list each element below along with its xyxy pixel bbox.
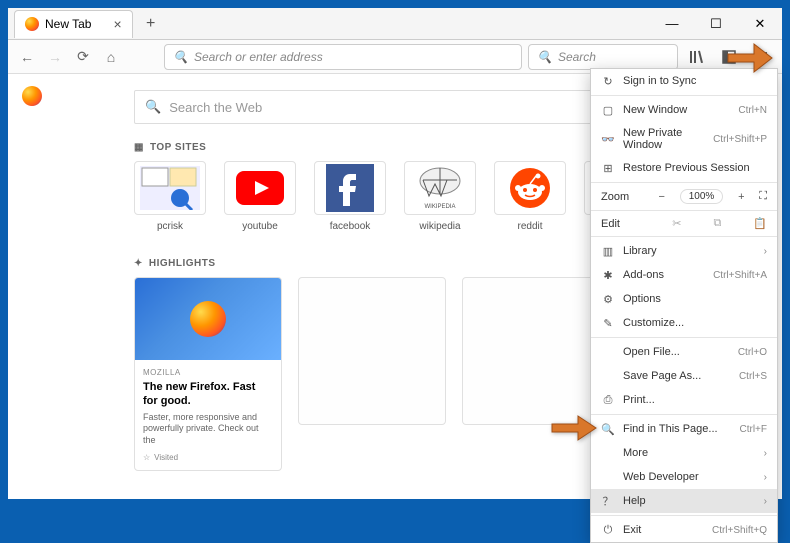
library-button[interactable] bbox=[684, 44, 710, 70]
paste-icon[interactable]: 📋 bbox=[753, 217, 767, 230]
restore-icon: ⊞ bbox=[601, 161, 615, 175]
menu-addons[interactable]: ✱Add-onsCtrl+Shift+A bbox=[591, 263, 777, 287]
minimize-button[interactable]: — bbox=[650, 8, 694, 40]
fullscreen-button[interactable]: ⛶ bbox=[759, 190, 767, 203]
tab-newtab[interactable]: New Tab × bbox=[14, 10, 133, 38]
grid-icon: ▦ bbox=[134, 142, 144, 153]
print-icon: ⎙ bbox=[601, 393, 615, 407]
highlight-card-empty bbox=[462, 277, 610, 425]
power-icon: ⏻ bbox=[601, 523, 615, 537]
chevron-right-icon: › bbox=[764, 246, 767, 257]
menu-zoom: Zoom−100%+⛶ bbox=[591, 185, 777, 208]
search-icon: 🔍 bbox=[601, 422, 615, 436]
top-sites-grid: pcrisk youtube facebook WIKIPEDIA wikipe… bbox=[134, 161, 620, 232]
menu-customize[interactable]: ✎Customize... bbox=[591, 311, 777, 335]
search-icon: 🔍 bbox=[145, 99, 161, 115]
menu-more[interactable]: More› bbox=[591, 441, 777, 465]
gear-icon: ⚙ bbox=[601, 292, 615, 306]
tab-close-icon[interactable]: × bbox=[113, 16, 121, 32]
search-icon: 🔍 bbox=[537, 50, 552, 64]
puzzle-icon: ✱ bbox=[601, 268, 615, 282]
firefox-logo-icon bbox=[22, 86, 42, 106]
menu-options[interactable]: ⚙Options bbox=[591, 287, 777, 311]
titlebar: New Tab × + — ☐ ✕ bbox=[8, 8, 782, 40]
zoom-in-button[interactable]: + bbox=[731, 191, 751, 203]
menu-edit: Edit✂⧉📋 bbox=[591, 213, 777, 234]
tile-wikipedia[interactable]: WIKIPEDIA wikipedia bbox=[404, 161, 476, 232]
tile-reddit[interactable]: reddit bbox=[494, 161, 566, 232]
menu-library[interactable]: ▥Library› bbox=[591, 239, 777, 263]
chevron-right-icon: › bbox=[764, 448, 767, 459]
window-icon: ▢ bbox=[601, 103, 615, 117]
menu-new-window[interactable]: ▢New WindowCtrl+N bbox=[591, 98, 777, 122]
highlight-card[interactable]: MOZILLA The new Firefox. Fast for good. … bbox=[134, 277, 282, 471]
window-controls: — ☐ ✕ bbox=[650, 8, 782, 40]
maximize-button[interactable]: ☐ bbox=[694, 8, 738, 40]
menu-web-developer[interactable]: Web Developer› bbox=[591, 465, 777, 489]
tile-pcrisk[interactable]: pcrisk bbox=[134, 161, 206, 232]
chevron-right-icon: › bbox=[764, 496, 767, 507]
paint-icon: ✎ bbox=[601, 316, 615, 330]
menu-open-file[interactable]: Open File...Ctrl+O bbox=[591, 340, 777, 364]
highlight-card-empty bbox=[298, 277, 446, 425]
search-placeholder: Search bbox=[558, 50, 596, 64]
mask-icon: 👓 bbox=[601, 132, 615, 146]
chevron-right-icon: › bbox=[764, 472, 767, 483]
menu-exit[interactable]: ⏻ExitCtrl+Shift+Q bbox=[591, 518, 777, 542]
close-button[interactable]: ✕ bbox=[738, 8, 782, 40]
highlights-header: ✦ HIGHLIGHTS bbox=[134, 258, 620, 269]
annotation-arrow-hamburger bbox=[726, 40, 774, 81]
web-search-input[interactable]: 🔍 Search the Web bbox=[134, 90, 620, 124]
cut-icon[interactable]: ✂ bbox=[672, 217, 681, 230]
menu-new-private[interactable]: 👓New Private WindowCtrl+Shift+P bbox=[591, 122, 777, 156]
zoom-value[interactable]: 100% bbox=[680, 189, 724, 204]
highlights-icon: ✦ bbox=[134, 258, 143, 269]
menu-help[interactable]: ？Help› bbox=[591, 489, 777, 513]
zoom-out-button[interactable]: − bbox=[652, 191, 672, 203]
hamburger-menu: ↻Sign in to Sync ▢New WindowCtrl+N 👓New … bbox=[590, 68, 778, 543]
search-bar[interactable]: 🔍 Search bbox=[528, 44, 678, 70]
menu-print[interactable]: ⎙Print... bbox=[591, 388, 777, 412]
back-button[interactable]: ← bbox=[16, 46, 38, 68]
top-sites-header: ▦ TOP SITES bbox=[134, 142, 620, 153]
sync-icon: ↻ bbox=[601, 74, 615, 88]
tile-youtube[interactable]: youtube bbox=[224, 161, 296, 232]
menu-save-page[interactable]: Save Page As...Ctrl+S bbox=[591, 364, 777, 388]
menu-restore[interactable]: ⊞Restore Previous Session bbox=[591, 156, 777, 180]
bookmark-icon: ☆ bbox=[143, 453, 150, 462]
web-search-placeholder: Search the Web bbox=[169, 100, 262, 115]
copy-icon[interactable]: ⧉ bbox=[713, 217, 721, 230]
address-placeholder: Search or enter address bbox=[194, 50, 323, 64]
library-icon: ▥ bbox=[601, 244, 615, 258]
address-bar[interactable]: 🔍 Search or enter address bbox=[164, 44, 522, 70]
reload-button[interactable]: ⟳ bbox=[72, 46, 94, 68]
firefox-favicon bbox=[25, 17, 39, 31]
tile-facebook[interactable]: facebook bbox=[314, 161, 386, 232]
menu-find[interactable]: 🔍Find in This Page...Ctrl+F bbox=[591, 417, 777, 441]
highlights-grid: MOZILLA The new Firefox. Fast for good. … bbox=[134, 277, 620, 471]
forward-button[interactable]: → bbox=[44, 46, 66, 68]
search-icon: 🔍 bbox=[173, 50, 188, 64]
annotation-arrow-help bbox=[550, 414, 598, 447]
svg-text:WIKIPEDIA: WIKIPEDIA bbox=[424, 204, 455, 210]
new-tab-button[interactable]: + bbox=[139, 12, 163, 36]
tab-title: New Tab bbox=[45, 17, 91, 31]
home-button[interactable]: ⌂ bbox=[100, 46, 122, 68]
help-icon: ？ bbox=[601, 494, 615, 508]
